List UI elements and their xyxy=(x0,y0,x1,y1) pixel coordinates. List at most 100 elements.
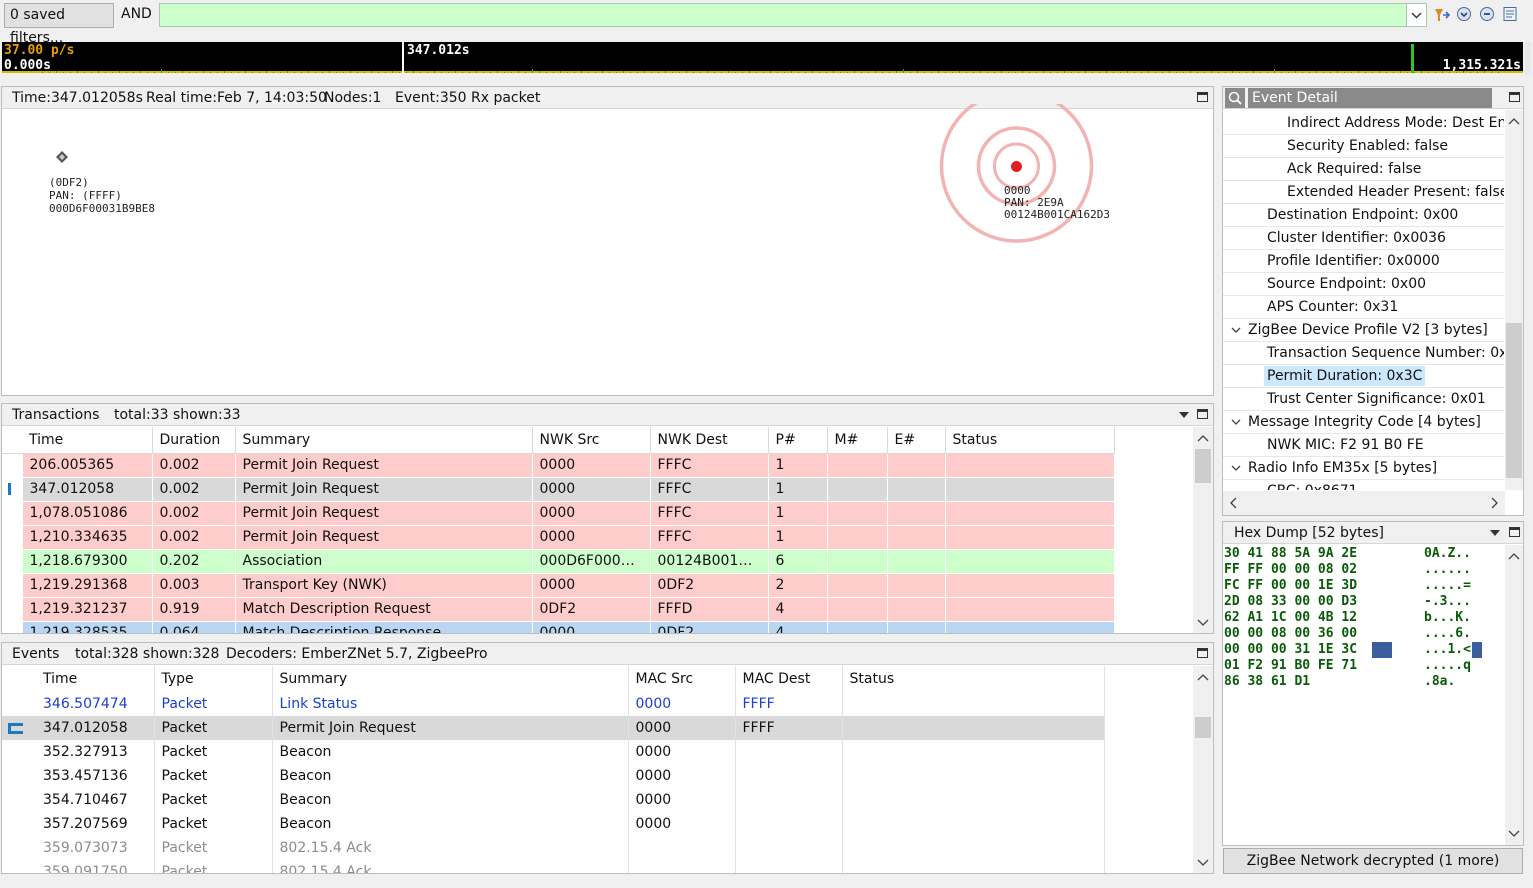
saved-filters-button[interactable]: 0 saved filters... xyxy=(4,3,114,46)
hex-bytes[interactable]: 00 00 08 00 36 00 xyxy=(1224,626,1357,642)
detail-tree-item[interactable]: CRC: 0x8671 xyxy=(1223,480,1504,490)
detail-tree-item[interactable]: NWK MIC: F2 91 B0 FE xyxy=(1223,434,1504,457)
detail-tree-item[interactable]: Transaction Sequence Number: 0x1E xyxy=(1223,342,1504,365)
collapse-chevron-icon[interactable] xyxy=(1230,411,1242,433)
node-b[interactable] xyxy=(1011,161,1022,172)
column-header[interactable]: P# xyxy=(768,427,828,454)
hex-bytes[interactable]: 2D 08 33 00 00 D3 xyxy=(1224,594,1357,610)
table-row[interactable]: 1,219.291368 0.003 Transport Key (NWK) 0000… xyxy=(2,573,1115,598)
hex-ascii[interactable]: ....6. xyxy=(1424,626,1471,642)
hex-ascii[interactable]: b...K. xyxy=(1424,610,1471,626)
column-header[interactable]: M# xyxy=(827,427,888,454)
detail-tree-item[interactable]: ZigBee Device Profile V2 [3 bytes] xyxy=(1223,319,1504,342)
detail-tree-item[interactable]: Destination Endpoint: 0x00 xyxy=(1223,204,1504,227)
apply-filter-icon[interactable] xyxy=(1433,6,1451,24)
detail-tree-item[interactable]: APS Counter: 0x31 xyxy=(1223,296,1504,319)
node-a[interactable] xyxy=(56,151,68,163)
hex-bytes[interactable]: 30 41 88 5A 9A 2E xyxy=(1224,546,1357,562)
table-row[interactable]: 1,078.051086 0.002 Permit Join Request 0000… xyxy=(2,501,1115,526)
timeline-scrollbar[interactable] xyxy=(1525,42,1531,75)
filter-input[interactable] xyxy=(159,3,1427,27)
column-header[interactable]: NWK Dest xyxy=(650,427,769,454)
detail-tree-item[interactable]: Source Endpoint: 0x00 xyxy=(1223,273,1504,296)
filter-clear-icon[interactable] xyxy=(1479,6,1495,22)
detail-tree-item[interactable]: Trust Center Significance: 0x01 xyxy=(1223,388,1504,411)
detail-tree-item[interactable]: Ack Required: false xyxy=(1223,158,1504,181)
event-detail-scroll-thumb[interactable] xyxy=(1506,323,1522,478)
table-row[interactable]: 206.005365 0.002 Permit Join Request 0000 FF… xyxy=(2,453,1115,478)
table-row[interactable]: 347.012058 0.002 Permit Join Request 0000 FF… xyxy=(2,477,1115,502)
column-header[interactable]: Duration xyxy=(152,427,236,454)
events-scrollbar[interactable] xyxy=(1193,666,1213,873)
transactions-scrollbar[interactable] xyxy=(1193,427,1213,633)
hex-ascii[interactable]: .....= xyxy=(1424,578,1471,594)
hex-dump-scrollbar[interactable] xyxy=(1505,545,1523,845)
maximize-icon[interactable] xyxy=(1509,527,1520,537)
activity-tick xyxy=(1309,72,1310,73)
column-header[interactable]: Summary xyxy=(235,427,533,454)
table-row[interactable]: 1,219.328535 0.064 Match Description Respo… xyxy=(2,621,1115,633)
hex-bytes[interactable]: 62 A1 1C 00 4B 12 xyxy=(1224,610,1357,626)
transactions-menu-icon[interactable] xyxy=(1179,412,1189,418)
maximize-icon[interactable] xyxy=(1197,409,1208,419)
detail-tree-item[interactable]: Radio Info EM35x [5 bytes] xyxy=(1223,457,1504,480)
column-header[interactable]: MAC Src xyxy=(628,666,736,692)
table-row[interactable]: 359.073073 Packet 802.15.4 Ack xyxy=(2,836,1105,860)
collapse-chevron-icon[interactable] xyxy=(1230,319,1242,341)
table-row[interactable]: 359.091750 Packet 802.15.4 Ack xyxy=(2,860,1105,873)
collapse-chevron-icon[interactable] xyxy=(1230,457,1242,479)
table-row[interactable]: 1,219.321237 0.919 Match Description Reque… xyxy=(2,597,1115,622)
column-header[interactable]: Summary xyxy=(272,666,629,692)
filter-manager-icon[interactable] xyxy=(1502,6,1518,22)
hex-bytes[interactable]: FC FF 00 00 1E 3D xyxy=(1224,578,1357,594)
timeline[interactable]: 37.00 p/s 0.000s 347.012s 1,315.321s xyxy=(2,42,1523,73)
hex-dump-body[interactable]: 30 41 88 5A 9A 2E 0A.Z.. FF FF 00 00 08 02… xyxy=(1224,546,1499,690)
detail-tree-item[interactable]: Permit Duration: 0x3C xyxy=(1223,365,1504,388)
table-row[interactable]: 347.012058 Packet Permit Join Request 0000 F… xyxy=(2,716,1105,740)
table-row[interactable]: 1,218.679300 0.202 Association 000D6F00031.… xyxy=(2,549,1115,574)
detail-tree-item[interactable]: Message Integrity Code [4 bytes] xyxy=(1223,411,1504,434)
table-row[interactable]: 346.507474 Packet Link Status 0000 FFFF xyxy=(2,692,1105,716)
filter-down-icon[interactable] xyxy=(1456,6,1472,22)
table-row[interactable]: 352.327913 Packet Beacon 0000 xyxy=(2,740,1105,764)
column-header[interactable]: Status xyxy=(842,666,1105,692)
detail-tree-item[interactable]: Extended Header Present: false xyxy=(1223,181,1504,204)
table-row[interactable]: 357.207569 Packet Beacon 0000 xyxy=(2,812,1105,836)
column-header[interactable]: Time xyxy=(22,427,153,454)
transactions-scroll-thumb[interactable] xyxy=(1195,449,1211,483)
column-header[interactable]: MAC Dest xyxy=(735,666,843,692)
table-row[interactable]: 1,210.334635 0.002 Permit Join Request 0000… xyxy=(2,525,1115,550)
detail-tree-item[interactable]: Security Enabled: false xyxy=(1223,135,1504,158)
table-row[interactable]: 354.710467 Packet Beacon 0000 xyxy=(2,788,1105,812)
hex-ascii[interactable]: ...1.< xyxy=(1424,642,1471,658)
hex-bytes[interactable]: 01 F2 91 B0 FE 71 xyxy=(1224,658,1357,674)
detail-tree-item[interactable]: Cluster Identifier: 0x0036 xyxy=(1223,227,1504,250)
column-header[interactable]: NWK Src xyxy=(532,427,651,454)
hex-ascii[interactable]: -.3... xyxy=(1424,594,1471,610)
hex-ascii[interactable]: 0A.Z.. xyxy=(1424,546,1471,562)
hex-bytes[interactable]: FF FF 00 00 08 02 xyxy=(1224,562,1357,578)
hex-ascii[interactable]: ...... xyxy=(1424,562,1471,578)
decryption-status-button[interactable]: ZigBee Network decrypted (1 more) xyxy=(1223,848,1523,874)
column-header[interactable]: Time xyxy=(36,666,155,692)
event-detail-tab[interactable]: Event Detail xyxy=(1248,88,1492,108)
hex-dump-menu-icon[interactable] xyxy=(1490,530,1500,536)
hex-ascii[interactable]: .....q xyxy=(1424,658,1471,674)
column-header[interactable]: Status xyxy=(945,427,1115,454)
column-header[interactable]: E# xyxy=(887,427,946,454)
events-scroll-thumb[interactable] xyxy=(1195,717,1211,738)
maximize-icon[interactable] xyxy=(1197,648,1208,658)
timeline-cursor[interactable] xyxy=(402,42,404,73)
hex-bytes[interactable]: 86 38 61 D1 xyxy=(1224,674,1310,690)
detail-tree-item[interactable]: Indirect Address Mode: Dest End xyxy=(1223,112,1504,135)
event-detail-hscroll[interactable] xyxy=(1223,491,1505,515)
maximize-icon[interactable] xyxy=(1197,92,1208,102)
hex-ascii[interactable]: .8a. xyxy=(1424,674,1455,690)
hex-bytes[interactable]: 00 00 00 31 1E 3C xyxy=(1224,642,1357,658)
table-row[interactable]: 353.457136 Packet Beacon 0000 xyxy=(2,764,1105,788)
column-header[interactable]: Type xyxy=(154,666,273,692)
filter-dropdown-icon[interactable] xyxy=(1406,3,1427,27)
event-detail-vscroll[interactable] xyxy=(1505,110,1523,490)
detail-tree-item[interactable]: Profile Identifier: 0x0000 xyxy=(1223,250,1504,273)
maximize-icon[interactable] xyxy=(1509,92,1520,102)
